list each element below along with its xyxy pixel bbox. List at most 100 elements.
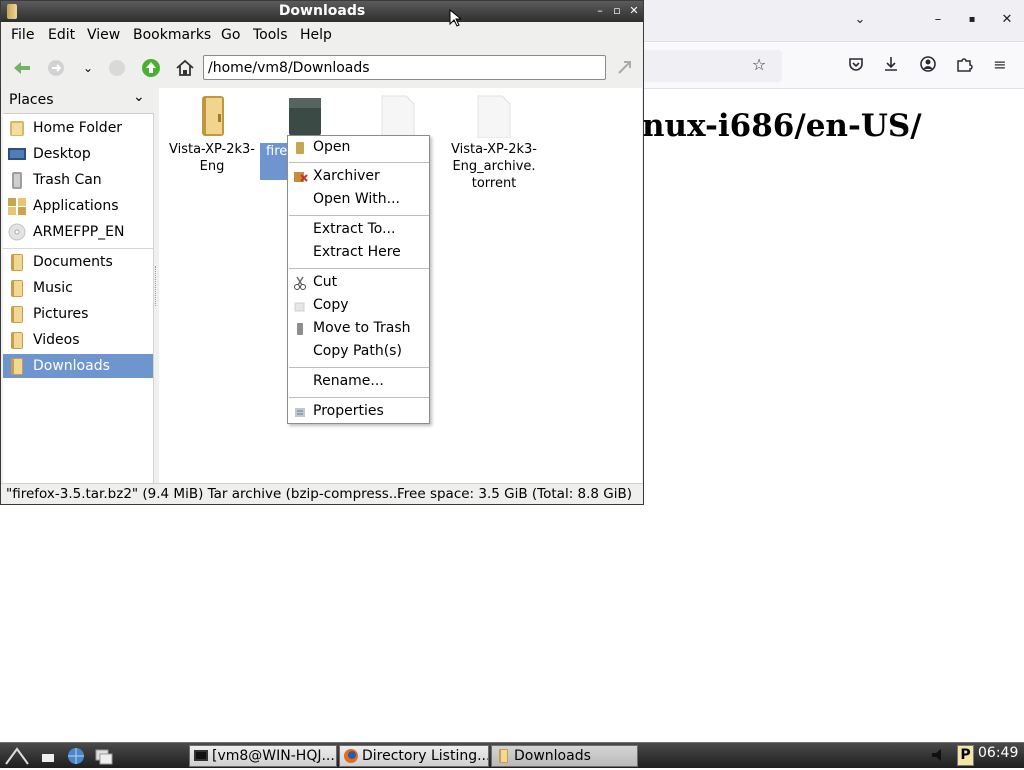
browser-minimize-button[interactable]: – [928,12,948,27]
task-button-browser[interactable]: Directory Listing... [339,745,489,767]
home-icon[interactable] [174,57,196,79]
maximize-button[interactable]: ▫ [610,3,624,19]
sidebar-item-armefpp-en[interactable]: ARMEFPP_EN [3,220,153,244]
download-icon[interactable] [881,55,901,77]
file-manager-launcher-icon[interactable] [94,747,114,769]
places-label: Places [9,92,54,108]
open-icon [293,140,307,154]
menu-item-move-to-trash[interactable]: Move to Trash [288,317,429,340]
archive-icon [285,94,325,138]
window-folder-icon [7,4,17,19]
menu-item-label: Extract Here [313,244,401,260]
folder-icon [495,748,511,764]
menu-item-rename[interactable]: Rename... [288,370,429,393]
file-item[interactable] [348,94,448,141]
reload-icon[interactable] [106,57,128,79]
sidebar-item-label: Desktop [33,146,91,162]
sidebar-item-documents[interactable]: Documents [3,250,153,274]
forward-icon[interactable] [45,57,67,79]
history-dropdown-icon[interactable]: ⌄ [77,57,99,79]
sidebar-item-label: Home Folder [33,120,123,136]
star-icon[interactable]: ☆ [749,55,769,77]
close-button[interactable]: ✕ [627,3,641,19]
sidebar-item-desktop[interactable]: Desktop [3,142,153,166]
sidebar-item-applications[interactable]: Applications [3,194,153,218]
folder-icon [7,331,27,349]
menu-item-label: Copy Path(s) [313,343,402,359]
menu-separator [289,215,429,216]
up-arrow-icon[interactable] [140,57,162,79]
file-name: Vista-XP-2k3- Eng [168,142,255,174]
menu-item-label: Cut [313,274,338,290]
pane-resize-handle[interactable] [155,266,157,306]
menubar: File Edit View Bookmarks Go Tools Help [1,23,643,48]
account-icon[interactable] [918,55,938,77]
sidebar-item-music[interactable]: Music [3,276,153,300]
menu-help[interactable]: Help [300,27,332,43]
task-button-terminal[interactable]: [vm8@WIN-HQJ... [189,745,337,767]
context-menu: Open Xarchiver Open With... Extract To..… [287,135,430,424]
menu-item-extract-to[interactable]: Extract To... [288,218,429,241]
path-input[interactable] [203,55,606,80]
file-item-selected[interactable]: fire [255,94,355,180]
terminal-icon [193,748,209,764]
tray-app-icon[interactable]: P [957,745,974,766]
browser-maximize-button[interactable]: ▪ [962,14,982,25]
extensions-icon[interactable] [954,55,974,77]
sidebar-item-pictures[interactable]: Pictures [3,302,153,326]
menu-item-label: Move to Trash [313,320,411,336]
menu-tools[interactable]: Tools [253,27,288,43]
menu-icon[interactable]: ≡ [990,55,1010,77]
menu-bookmarks[interactable]: Bookmarks [133,27,211,43]
menu-item-copy-paths[interactable]: Copy Path(s) [288,340,429,363]
menu-separator [289,268,429,269]
file-item[interactable]: Vista-XP-2k3- Eng [162,94,262,175]
applications-icon [7,197,27,215]
sidebar-item-label: Pictures [33,306,89,322]
sidebar-item-label: Downloads [33,358,110,374]
show-desktop-icon[interactable] [40,748,58,768]
folder-icon [192,94,232,138]
folder-icon [7,305,27,323]
pocket-icon[interactable] [846,55,866,77]
places-dropdown[interactable]: Places ⌄ [3,88,154,114]
window-title: Downloads [1,1,643,22]
status-bar: "firefox-3.5.tar.bz2" (9.4 MiB) Tar arch… [1,483,643,504]
back-arrow-icon[interactable] [11,57,33,79]
menu-item-copy[interactable]: Copy [288,294,429,317]
sidebar-item-home-folder[interactable]: Home Folder [3,116,153,140]
browser-close-button[interactable]: ✕ [997,12,1017,27]
clock: 06:49 [978,745,1019,761]
file-icon [378,94,418,139]
sidebar-item-videos[interactable]: Videos [3,328,153,352]
web-browser-launcher-icon[interactable] [66,746,86,770]
menu-item-xarchiver[interactable]: Xarchiver [288,165,429,188]
task-label: [vm8@WIN-HQJ... [212,748,335,764]
trash-icon [293,321,307,335]
menu-item-extract-here[interactable]: Extract Here [288,241,429,264]
taskbar: [vm8@WIN-HQJ... Directory Listing... Dow… [0,742,1024,768]
go-icon[interactable] [614,57,636,79]
start-menu-icon[interactable] [4,746,30,770]
folder-icon [7,279,27,297]
menu-item-properties[interactable]: Properties [288,400,429,423]
volume-icon[interactable] [930,747,948,767]
menu-view[interactable]: View [87,27,120,43]
file-icon [474,94,514,139]
menu-item-open[interactable]: Open [288,136,429,159]
file-item[interactable]: Vista-XP-2k3- Eng_archive. torrent [444,94,544,192]
sidebar-item-label: Trash Can [33,172,102,188]
menu-edit[interactable]: Edit [48,27,75,43]
menu-item-open-with[interactable]: Open With... [288,188,429,211]
home-folder-icon [7,119,27,137]
sidebar-item-downloads[interactable]: Downloads [3,354,153,378]
menu-go[interactable]: Go [221,27,240,43]
minimize-button[interactable]: – [593,3,607,19]
sidebar-item-trash-can[interactable]: Trash Can [3,168,153,192]
menu-item-label: Rename... [313,373,384,389]
task-button-downloads[interactable]: Downloads [491,745,638,767]
tab-list-chevron-icon[interactable]: ⌄ [850,12,870,27]
menu-item-cut[interactable]: Cut [288,271,429,294]
menu-file[interactable]: File [11,27,34,43]
folder-icon [7,357,27,375]
